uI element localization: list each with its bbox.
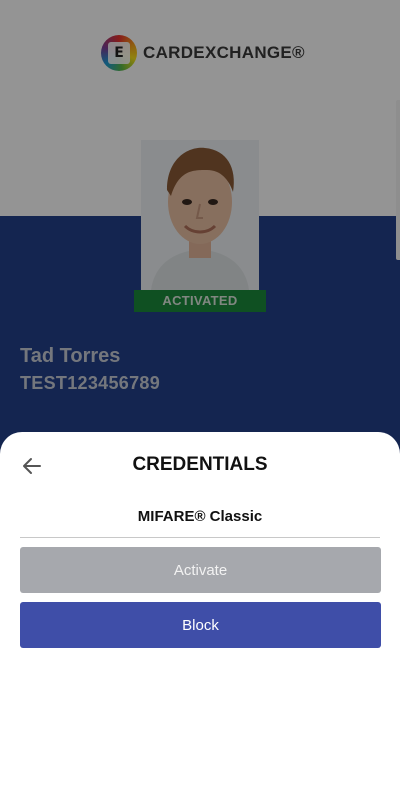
- activate-button[interactable]: Activate: [20, 547, 381, 593]
- sheet-header: CREDENTIALS: [0, 432, 400, 498]
- credential-type-label: MIFARE® Classic: [137, 508, 263, 525]
- divider: [20, 537, 380, 538]
- block-button[interactable]: Block: [20, 602, 381, 648]
- credentials-bottom-sheet: CREDENTIALS MIFARE® Classic Activate Blo…: [0, 432, 400, 798]
- sheet-title: CREDENTIALS: [132, 454, 268, 475]
- app-screen: E CARDEXCHANGE® ACTIVATED Tad Torres TES…: [0, 0, 400, 798]
